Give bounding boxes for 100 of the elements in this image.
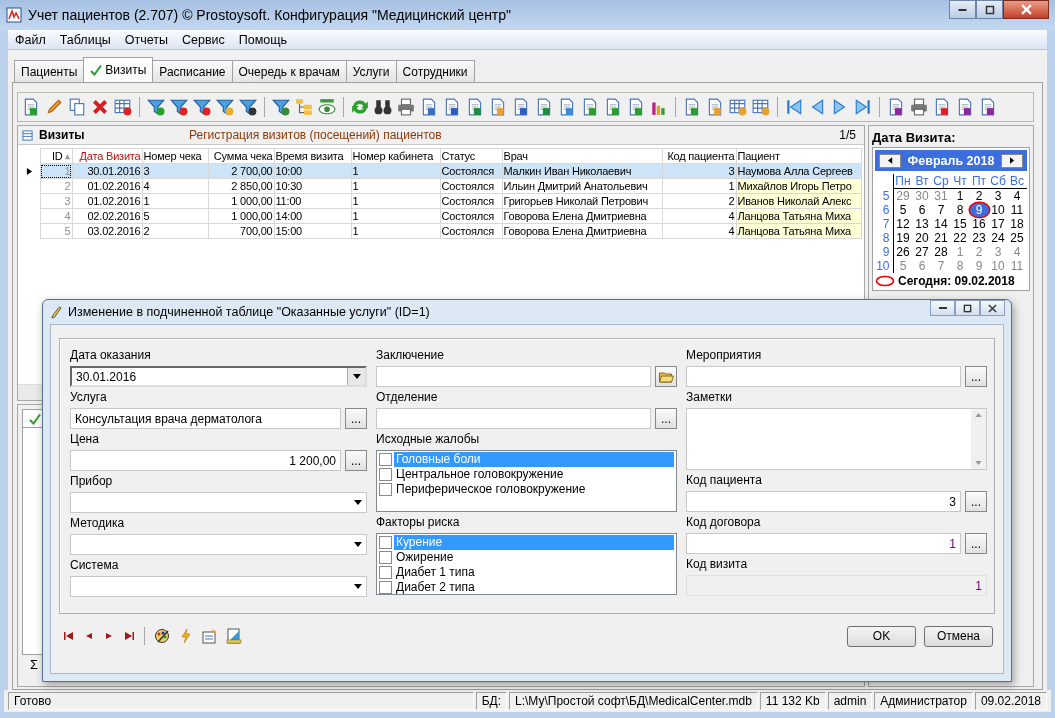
calendar-day[interactable]: 12 <box>893 217 913 231</box>
calendar-day[interactable]: 8 <box>950 259 970 273</box>
calendar-day[interactable]: 19 <box>893 231 913 245</box>
column-header[interactable]: Пациент <box>736 148 862 164</box>
ruler-icon[interactable] <box>224 626 244 646</box>
tab[interactable]: Расписание <box>152 60 233 82</box>
checkbox[interactable] <box>379 468 392 481</box>
menu-item[interactable]: Помощь <box>231 32 295 47</box>
menu-item[interactable]: Отчеты <box>117 32 175 47</box>
column-header[interactable]: Врач <box>502 148 662 164</box>
column-header[interactable]: Номер кабинета <box>351 148 440 164</box>
calendar-day[interactable]: 10 <box>988 203 1008 217</box>
copy-icon[interactable] <box>67 96 87 118</box>
calendar-day[interactable]: 10 <box>988 259 1008 273</box>
column-header[interactable]: Номер чека <box>142 148 208 164</box>
calendar-day[interactable]: 9 <box>969 259 989 273</box>
ellipsis-button[interactable]: ... <box>965 366 987 387</box>
calendar-day[interactable]: 14 <box>931 217 951 231</box>
tab[interactable]: Услуги <box>345 60 397 82</box>
calendar-day[interactable]: 5 <box>893 203 913 217</box>
calendar-day[interactable]: 27 <box>912 245 932 259</box>
down-arrow-icon[interactable] <box>975 461 982 465</box>
list-item[interactable]: Периферическое головокружение <box>394 482 674 497</box>
calendar-day[interactable]: 3 <box>988 245 1008 259</box>
list-item[interactable]: Диабет 2 типа <box>394 580 674 595</box>
menu-item[interactable]: Сервис <box>175 32 232 47</box>
palette-icon[interactable] <box>152 626 172 646</box>
minimize-button[interactable] <box>930 300 955 316</box>
ellipsis-button[interactable]: ... <box>965 533 987 554</box>
calendar-day[interactable]: 7 <box>931 203 951 217</box>
checkbox[interactable] <box>379 536 392 549</box>
ellipsis-button[interactable]: ... <box>965 491 987 512</box>
calendar-day[interactable]: 2 <box>969 189 989 203</box>
input-field[interactable]: 1 <box>686 575 987 596</box>
ellipsis-button[interactable]: ... <box>345 408 367 429</box>
maximize-button[interactable] <box>955 300 980 316</box>
calendar-day[interactable]: 11 <box>1007 259 1027 273</box>
calendar-day[interactable]: 8 <box>950 203 970 217</box>
calendar-day[interactable]: 21 <box>931 231 951 245</box>
tab[interactable]: Сотрудники <box>395 60 475 82</box>
checkbox[interactable] <box>379 483 392 496</box>
calendar-day[interactable]: 22 <box>950 231 970 245</box>
scrollbar[interactable] <box>971 409 986 469</box>
checkbox[interactable] <box>379 551 392 564</box>
dialog-button[interactable]: Отмена <box>924 625 993 647</box>
calendar-day[interactable]: 4 <box>1007 189 1027 203</box>
previous-month-button[interactable] <box>879 153 901 168</box>
input-field[interactable]: 3 <box>686 491 961 512</box>
notes-field[interactable] <box>686 408 987 470</box>
column-header[interactable]: Время визита <box>274 148 351 164</box>
calendar-day[interactable]: 7 <box>931 259 951 273</box>
menu-item[interactable]: Таблицы <box>52 32 118 47</box>
dialog-button[interactable]: OK <box>847 625 916 647</box>
combo-box[interactable]: 30.01.2016 <box>70 366 367 387</box>
input-field[interactable] <box>376 366 651 387</box>
calendar-day[interactable]: 2 <box>969 245 989 259</box>
column-header[interactable]: Дата Визита <box>72 148 142 164</box>
maximize-button[interactable] <box>976 0 1003 19</box>
close-button[interactable] <box>1003 0 1049 19</box>
checkbox[interactable] <box>379 581 392 594</box>
checkbox[interactable] <box>379 566 392 579</box>
calendar-day[interactable]: 15 <box>950 217 970 231</box>
list-item[interactable]: Центральное головокружение <box>394 467 674 482</box>
list-item[interactable]: Ожирение <box>394 550 674 565</box>
menu-item[interactable]: Файл <box>8 32 53 47</box>
printer-icon[interactable] <box>396 96 416 118</box>
tab[interactable]: Визиты <box>83 57 154 82</box>
calendar-day[interactable]: 5 <box>893 259 913 273</box>
calendar-day[interactable]: 20 <box>912 231 932 245</box>
printer-icon[interactable] <box>909 96 929 118</box>
calendar-day[interactable]: 24 <box>988 231 1008 245</box>
ellipsis-button[interactable]: ... <box>655 408 677 429</box>
ellipsis-button[interactable]: ... <box>345 450 367 471</box>
up-arrow-icon[interactable] <box>975 413 982 417</box>
column-header[interactable]: Код пациента <box>662 148 736 164</box>
calendar-day[interactable]: 16 <box>969 217 989 231</box>
column-header[interactable]: ID <box>40 148 72 164</box>
calendar-day[interactable]: 3 <box>988 189 1008 203</box>
calendar-day[interactable]: 1 <box>950 245 970 259</box>
calendar-day[interactable]: 13 <box>912 217 932 231</box>
today-label[interactable]: Сегодня: 09.02.2018 <box>898 274 1015 288</box>
tab[interactable]: Пациенты <box>14 60 85 82</box>
calendar-day[interactable]: 6 <box>912 259 932 273</box>
calendar-day[interactable]: 28 <box>931 245 951 259</box>
minimize-button[interactable] <box>949 0 976 19</box>
tab[interactable]: Очередь к врачам <box>231 60 347 82</box>
calendar-day[interactable]: 11 <box>1007 203 1027 217</box>
calendar-day[interactable]: 18 <box>1007 217 1027 231</box>
column-header[interactable]: Статус <box>440 148 502 164</box>
calendar-day[interactable]: 25 <box>1007 231 1027 245</box>
calendar-day[interactable]: 26 <box>893 245 913 259</box>
calendar-day[interactable]: 29 <box>893 189 913 203</box>
calendar-day[interactable]: 30 <box>912 189 932 203</box>
calendar-day[interactable]: 17 <box>988 217 1008 231</box>
close-button[interactable] <box>980 300 1005 316</box>
folder-button[interactable] <box>655 366 677 387</box>
column-header[interactable]: Сумма чека <box>208 148 274 164</box>
input-field[interactable]: Консультация врача дерматолога <box>70 408 341 429</box>
list-item[interactable]: Диабет 1 типа <box>394 565 674 580</box>
next-month-button[interactable] <box>1001 153 1023 168</box>
